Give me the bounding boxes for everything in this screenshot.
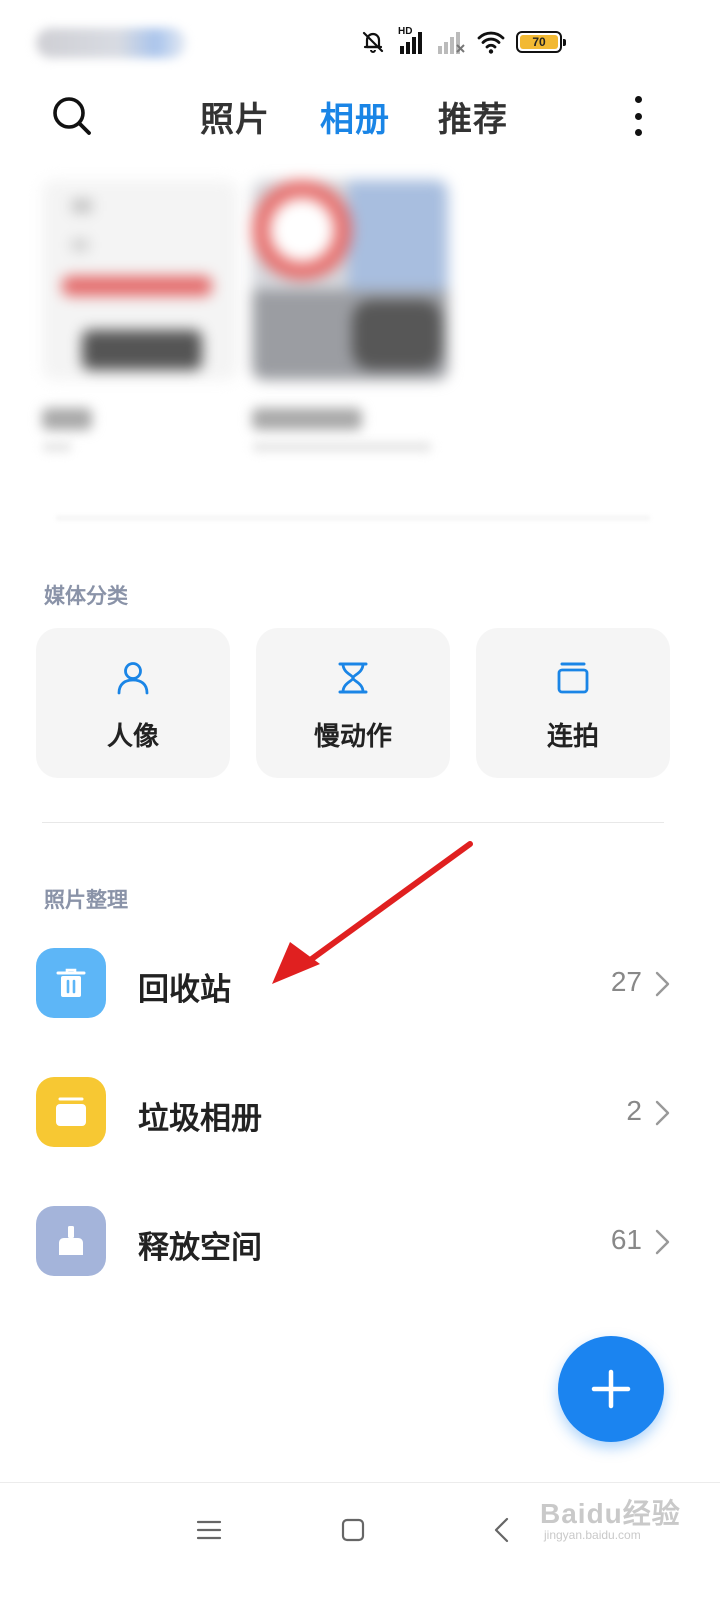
tab-albums[interactable]: 相册 bbox=[320, 92, 390, 141]
hourglass-icon bbox=[338, 662, 368, 694]
junk-album-label: 垃圾相册 bbox=[138, 1101, 262, 1137]
annotation-arrow bbox=[272, 841, 473, 984]
junk-album-item[interactable]: 垃圾相册 2 bbox=[36, 1077, 676, 1147]
menu-icon[interactable] bbox=[194, 1515, 224, 1545]
more-dot bbox=[634, 129, 642, 136]
watermark-sub: jingyan.baidu.com bbox=[544, 1528, 641, 1542]
media-category-list: 人像 慢动作 连拍 bbox=[36, 628, 670, 778]
album-name-blurred bbox=[42, 408, 92, 430]
media-card-label: 连拍 bbox=[546, 722, 599, 752]
album-thumbnail bbox=[252, 180, 448, 380]
recycle-bin-count: 27 bbox=[610, 966, 642, 997]
junk-album-icon bbox=[36, 1077, 106, 1147]
search-icon bbox=[53, 97, 91, 135]
media-card-label: 慢动作 bbox=[313, 722, 392, 752]
free-space-count: 61 bbox=[610, 1224, 642, 1255]
burst-icon bbox=[557, 662, 589, 694]
divider bbox=[56, 516, 650, 520]
chevron-right-icon bbox=[655, 1229, 670, 1255]
free-space-label: 释放空间 bbox=[138, 1230, 262, 1266]
carrier-info-blurred bbox=[36, 28, 186, 58]
top-app-bar: 照片 相册 推荐 bbox=[0, 80, 720, 152]
free-space-item[interactable]: 释放空间 61 bbox=[36, 1206, 676, 1276]
status-bar: HD 70 bbox=[0, 0, 720, 80]
status-icons: HD 70 bbox=[360, 26, 566, 58]
album-count-blurred bbox=[252, 442, 432, 452]
organize-section-title: 照片整理 bbox=[44, 888, 128, 912]
media-card-slow-motion[interactable]: 慢动作 bbox=[256, 628, 450, 778]
battery-icon: 70 bbox=[516, 31, 566, 53]
album-thumbnail bbox=[42, 180, 238, 380]
media-card-portrait[interactable]: 人像 bbox=[36, 628, 230, 778]
album-name-blurred bbox=[252, 408, 362, 430]
add-album-button[interactable] bbox=[558, 1336, 664, 1442]
album-card[interactable] bbox=[252, 180, 452, 452]
tab-bar: 照片 相册 推荐 bbox=[0, 80, 720, 152]
battery-level: 70 bbox=[520, 35, 558, 49]
broom-icon bbox=[36, 1206, 106, 1276]
album-card[interactable] bbox=[42, 180, 242, 452]
chevron-right-icon bbox=[655, 1100, 670, 1126]
signal-hd-icon: HD bbox=[396, 26, 426, 56]
tab-photos[interactable]: 照片 bbox=[200, 92, 270, 141]
divider bbox=[42, 822, 664, 823]
tab-recommend[interactable]: 推荐 bbox=[438, 92, 508, 141]
watermark: Baidu经验 jingyan.baidu.com bbox=[540, 1486, 716, 1546]
home-icon[interactable] bbox=[338, 1515, 368, 1545]
mute-bell-icon bbox=[360, 29, 386, 55]
more-options-button[interactable] bbox=[626, 94, 650, 138]
back-icon[interactable] bbox=[488, 1515, 518, 1545]
junk-album-count: 2 bbox=[626, 1095, 642, 1126]
trash-icon bbox=[36, 948, 106, 1018]
plus-icon bbox=[591, 1369, 631, 1409]
signal-weak-icon bbox=[436, 28, 466, 56]
watermark-main: Baidu经验 bbox=[540, 1498, 681, 1529]
album-count-blurred bbox=[42, 442, 72, 452]
album-grid-blurred bbox=[30, 180, 690, 480]
media-card-burst[interactable]: 连拍 bbox=[476, 628, 670, 778]
chevron-right-icon bbox=[655, 971, 670, 997]
media-card-label: 人像 bbox=[106, 722, 159, 752]
media-section-title: 媒体分类 bbox=[44, 584, 128, 608]
more-dot bbox=[634, 112, 642, 120]
portrait-icon bbox=[117, 662, 149, 695]
wifi-icon bbox=[476, 29, 506, 55]
more-vertical-icon bbox=[634, 96, 642, 103]
search-button[interactable] bbox=[50, 94, 94, 138]
recycle-bin-label: 回收站 bbox=[138, 972, 231, 1008]
